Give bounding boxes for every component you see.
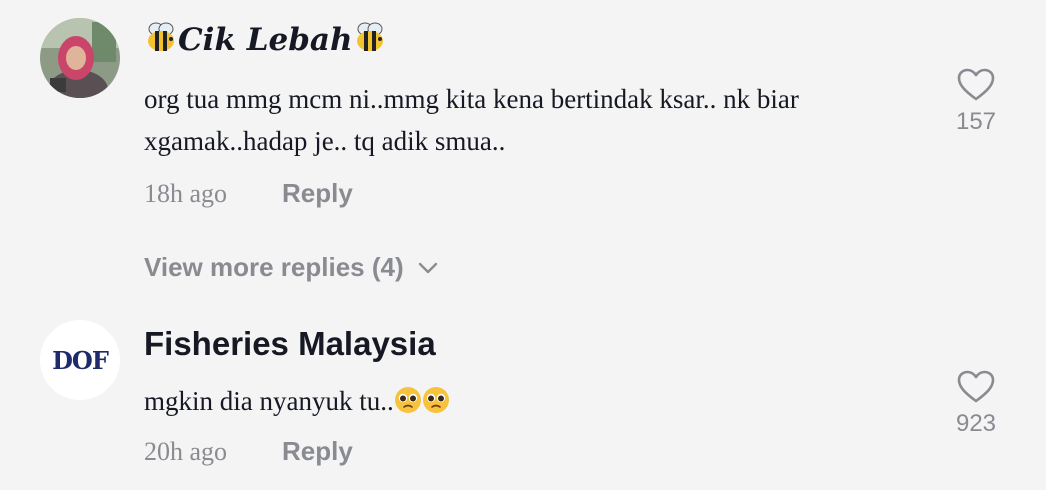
comments-panel: Cik Lebah org tua mmg mcm ni..mmg kita k… [0,0,1046,490]
avatar[interactable]: DOF [40,320,120,400]
pleading-face-emoji [394,384,422,426]
comment-text-content: mgkin dia nyanyuk tu.. [144,386,394,416]
dof-logo-text: DOF [52,346,109,375]
like-count: 923 [955,410,997,437]
comment-meta: 20h ago Reply [144,436,353,467]
pleading-face-emoji [422,384,450,426]
comment-text: mgkin dia nyanyuk tu.. [144,380,904,426]
reply-button[interactable]: Reply [282,436,353,467]
heart-icon [957,370,995,403]
timestamp: 20h ago [144,437,228,466]
like-button[interactable]: 923 [940,370,1012,438]
username[interactable]: Fisheries Malaysia [144,325,436,363]
comment-item: DOF Fisheries Malaysia mgkin dia nyanyuk… [0,0,1046,490]
